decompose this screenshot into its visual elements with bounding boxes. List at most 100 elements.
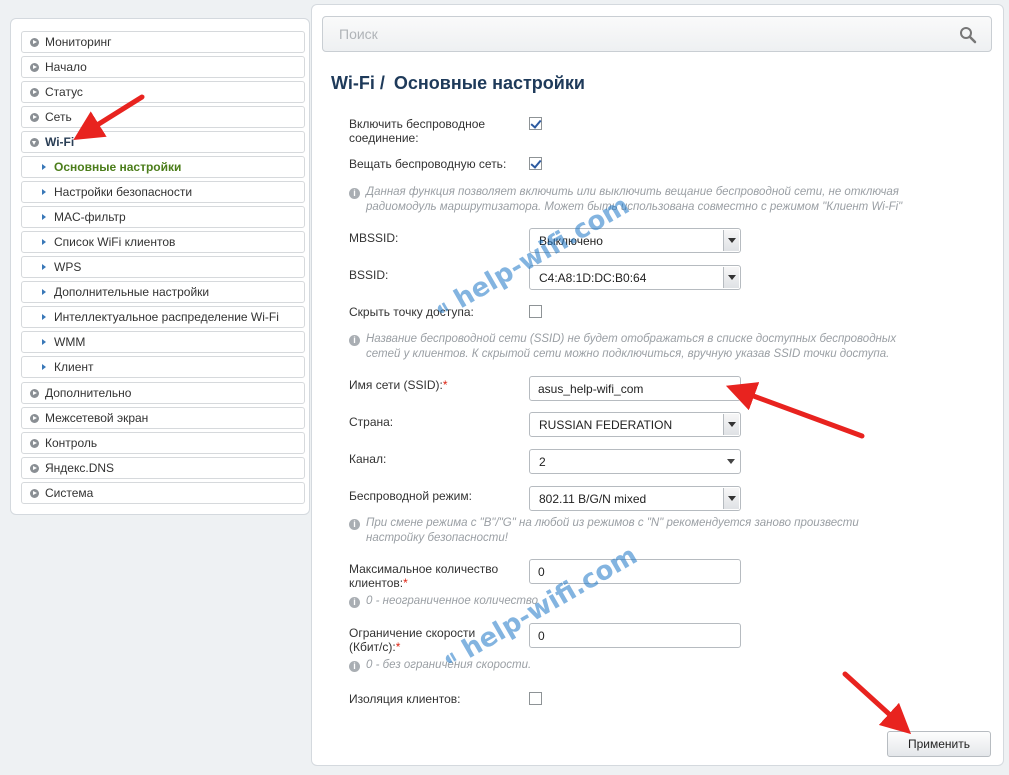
hint-text: Данная функция позволяет включить или вы… [366, 186, 899, 198]
dropdown-arrow-icon [723, 414, 739, 435]
dropdown-arrow-icon [723, 488, 739, 509]
ssid-label: Имя сети (SSID):* [349, 378, 448, 392]
chevron-right-icon [30, 463, 39, 473]
sidebar-item-firewall[interactable]: Межсетевой экран [21, 407, 305, 429]
triangle-right-icon [42, 364, 46, 370]
sidebar-item-label: Мониторинг [45, 35, 112, 49]
select-value: C4:A8:1D:DC:B0:64 [539, 270, 647, 285]
sidebar-item-label: Яндекс.DNS [45, 461, 115, 475]
sidebar-item-label: WMM [54, 335, 86, 349]
isolation-checkbox[interactable] [529, 692, 542, 705]
info-icon: i [349, 661, 360, 672]
enable-wireless-checkbox[interactable] [529, 117, 542, 130]
sidebar-item-label: Основные настройки [54, 160, 182, 174]
chevron-right-icon [30, 388, 39, 398]
chevron-right-icon [30, 62, 39, 72]
info-icon: i [349, 188, 360, 199]
search-icon[interactable] [959, 26, 977, 44]
sidebar-subitem-client[interactable]: Клиент [21, 356, 305, 378]
main-panel: Wi-Fi / Основные настройки Включить бесп… [311, 4, 1004, 766]
sidebar-item-label: Сеть [45, 110, 72, 124]
required-mark: * [403, 576, 408, 590]
sidebar-item-yandex-dns[interactable]: Яндекс.DNS [21, 457, 305, 479]
chevron-right-icon [30, 112, 39, 122]
sidebar-subitem-wps[interactable]: WPS [21, 256, 305, 278]
search-input[interactable] [337, 25, 941, 43]
sidebar-subitem-advanced[interactable]: Дополнительные настройки [21, 281, 305, 303]
page-title-separator: / [379, 73, 385, 93]
speed-limit-input[interactable]: 0 [529, 623, 741, 648]
sidebar-item-label: Список WiFi клиентов [54, 235, 176, 249]
sidebar-item-label: Дополнительно [45, 386, 132, 400]
sidebar-item-label: Статус [45, 85, 83, 99]
select-value: 2 [539, 454, 546, 469]
wireless-mode-label: Беспроводной режим: [349, 489, 472, 503]
triangle-right-icon [42, 339, 46, 345]
search-box [322, 16, 992, 52]
sidebar-subitem-security[interactable]: Настройки безопасности [21, 181, 305, 203]
chevron-right-icon [30, 37, 39, 47]
mbssid-label: MBSSID: [349, 231, 399, 245]
sidebar-item-monitoring[interactable]: Мониторинг [21, 31, 305, 53]
triangle-right-icon [42, 314, 46, 320]
chevron-right-icon [30, 438, 39, 448]
isolation-label: Изоляция клиентов: [349, 692, 461, 706]
page-title: Wi-Fi / Основные настройки [331, 73, 585, 94]
speed-limit-hint: i0 - без ограничения скорости. [349, 658, 531, 673]
sidebar-item-label: Начало [45, 60, 87, 74]
chevron-right-icon [30, 488, 39, 498]
sidebar-item-label: MAC-фильтр [54, 210, 126, 224]
sidebar-item-wifi[interactable]: Wi-Fi [21, 131, 305, 153]
sidebar-item-label: WPS [54, 260, 82, 274]
sidebar-item-start[interactable]: Начало [21, 56, 305, 78]
required-mark: * [442, 378, 448, 392]
label-line: Максимальное количество [349, 562, 499, 576]
sidebar-item-label: Дополнительные настройки [54, 285, 210, 299]
max-clients-label: Максимальное количество клиентов:* [349, 562, 498, 590]
bssid-select[interactable]: C4:A8:1D:DC:B0:64 [529, 265, 741, 290]
wireless-mode-select[interactable]: 802.11 B/G/N mixed [529, 486, 741, 511]
broadcast-checkbox[interactable] [529, 157, 542, 170]
sidebar-item-network[interactable]: Сеть [21, 106, 305, 128]
hint-text: настройку безопасности! [366, 532, 508, 544]
chevron-right-icon [30, 87, 39, 97]
sidebar-item-system[interactable]: Система [21, 482, 305, 504]
sidebar-item-label: Межсетевой экран [45, 411, 149, 425]
sidebar-item-status[interactable]: Статус [21, 81, 305, 103]
wireless-mode-hint: i При смене режима с "B"/"G" на любой из … [349, 516, 859, 546]
sidebar-item-label: Контроль [45, 436, 98, 450]
sidebar-item-label: Интеллектуальное распределение Wi-Fi [54, 310, 279, 324]
bssid-label: BSSID: [349, 268, 389, 282]
chevron-right-icon [30, 413, 39, 423]
channel-select[interactable]: 2 [529, 449, 741, 474]
sidebar-subitem-mac-filter[interactable]: MAC-фильтр [21, 206, 305, 228]
hint-text: При смене режима с "B"/"G" на любой из р… [366, 517, 859, 529]
max-clients-hint: i 0 - неограниченное количество [349, 594, 538, 609]
sidebar-subitem-clients-list[interactable]: Список WiFi клиентов [21, 231, 305, 253]
sidebar-subitem-basic-settings[interactable]: Основные настройки [21, 156, 305, 178]
ssid-input[interactable]: asus_help-wifi_com [529, 376, 741, 401]
select-value: RUSSIAN FEDERATION [539, 417, 673, 432]
enable-wireless-label: Включить беспроводное соединение: [349, 117, 485, 145]
country-select[interactable]: RUSSIAN FEDERATION [529, 412, 741, 437]
broadcast-label: Вещать беспроводную сеть: [349, 157, 507, 171]
label-line: (Кбит/с): [349, 640, 396, 654]
triangle-right-icon [42, 289, 46, 295]
required-mark: * [395, 640, 401, 654]
sidebar-subitem-wmm[interactable]: WMM [21, 331, 305, 353]
dropdown-arrow-icon [723, 230, 739, 251]
sidebar-subitem-smart-distribution[interactable]: Интеллектуальное распределение Wi-Fi [21, 306, 305, 328]
hint-text: сетей у клиентов. К скрытой сети можно п… [366, 348, 890, 360]
hide-ap-checkbox[interactable] [529, 305, 542, 318]
select-value: 802.11 B/G/N mixed [539, 491, 647, 506]
sidebar-item-additional[interactable]: Дополнительно [21, 382, 305, 404]
apply-button[interactable]: Применить [887, 731, 991, 757]
country-label: Страна: [349, 415, 394, 429]
info-icon: i [349, 597, 360, 608]
sidebar-item-label: Wi-Fi [45, 135, 75, 149]
label-line: Включить беспроводное [349, 117, 486, 131]
sidebar-item-control[interactable]: Контроль [21, 432, 305, 454]
label-line: клиентов: [349, 576, 404, 590]
info-icon: i [349, 335, 360, 346]
triangle-right-icon [42, 214, 46, 220]
